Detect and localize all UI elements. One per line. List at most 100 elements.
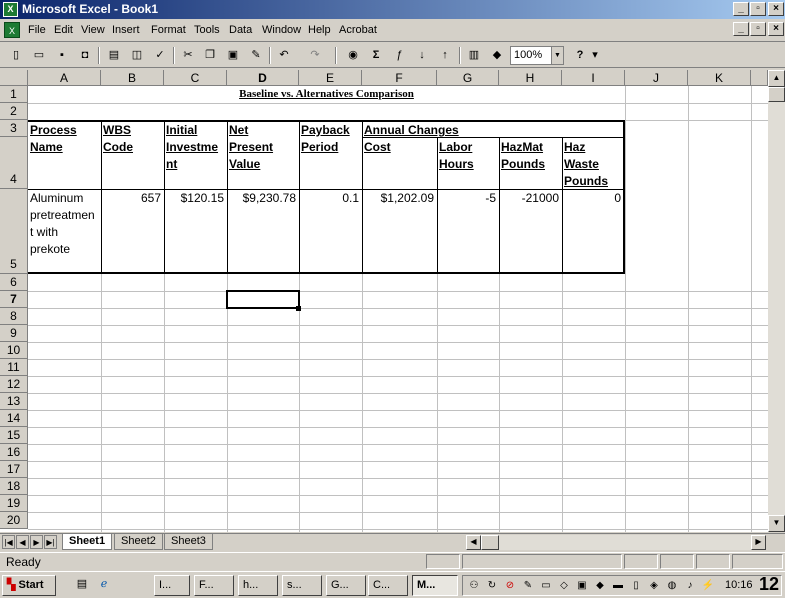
active-cell-d7[interactable] xyxy=(226,290,300,309)
column-header-b[interactable]: B xyxy=(101,70,164,86)
cell-initial-investment[interactable]: $120.15 xyxy=(164,190,224,207)
tray-app-icon[interactable]: ◈ xyxy=(647,579,661,593)
cell-cost[interactable]: $1,202.09 xyxy=(362,190,434,207)
cell-net-present-value[interactable]: $9,230.78 xyxy=(227,190,296,207)
next-sheet-icon[interactable]: ▶ xyxy=(30,535,43,549)
header-payback-period[interactable]: Payback Period xyxy=(301,122,350,156)
scroll-up-icon[interactable]: ▲ xyxy=(768,70,785,87)
excel-app-icon[interactable]: X xyxy=(3,2,18,17)
tray-sync-icon[interactable]: ↻ xyxy=(485,579,499,593)
row-header-16[interactable]: 16 xyxy=(0,444,28,461)
column-header-e[interactable]: E xyxy=(299,70,362,86)
doc-minimize-button[interactable]: _ xyxy=(733,22,749,36)
task-button-4[interactable]: s... xyxy=(282,575,322,596)
scroll-right-icon[interactable]: ▶ xyxy=(751,535,766,550)
worksheet-grid[interactable]: A B C D E F G H I J K 1 2 3 4 5 6 7 8 9 … xyxy=(0,70,785,532)
menu-insert[interactable]: Insert xyxy=(112,24,140,36)
save-icon[interactable]: ▪ xyxy=(52,46,72,65)
header-wbs-code[interactable]: WBS Code xyxy=(103,122,133,156)
task-button-2[interactable]: F... xyxy=(194,575,234,596)
start-button[interactable]: ▚ Start xyxy=(2,575,56,596)
redo-icon[interactable]: ↷ xyxy=(305,46,325,65)
toolbar-options-icon[interactable]: ▾ xyxy=(590,46,600,65)
new-icon[interactable]: ▯ xyxy=(6,46,26,65)
show-desktop-icon[interactable]: ▤ xyxy=(72,575,92,594)
permission-icon[interactable]: ◘ xyxy=(75,46,95,65)
menu-edit[interactable]: Edit xyxy=(54,24,73,36)
scroll-left-icon[interactable]: ◀ xyxy=(466,535,481,550)
menu-help[interactable]: Help xyxy=(308,24,331,36)
row-header-15[interactable]: 15 xyxy=(0,427,28,444)
fill-handle[interactable] xyxy=(296,306,301,311)
tray-network-icon[interactable]: ⚇ xyxy=(467,579,481,593)
close-button[interactable]: × xyxy=(768,2,784,16)
row-header-7[interactable]: 7 xyxy=(0,291,28,308)
tray-tool-icon[interactable]: ✎ xyxy=(521,579,535,593)
row-header-2[interactable]: 2 xyxy=(0,103,28,120)
column-header-a[interactable]: A xyxy=(28,70,101,86)
tab-sheet2[interactable]: Sheet2 xyxy=(114,534,163,550)
tray-link-icon[interactable]: ◇ xyxy=(557,579,571,593)
menu-format[interactable]: Format xyxy=(151,24,186,36)
task-button-excel[interactable]: M... xyxy=(412,575,458,596)
menu-window[interactable]: Window xyxy=(262,24,301,36)
row-header-20[interactable]: 20 xyxy=(0,512,28,529)
tray-display-icon[interactable]: ▣ xyxy=(575,579,589,593)
tray-computer-icon[interactable]: ▭ xyxy=(539,579,553,593)
sort-descending-icon[interactable]: ↑ xyxy=(435,46,455,65)
open-icon[interactable]: ▭ xyxy=(29,46,49,65)
task-button-3[interactable]: h... xyxy=(238,575,278,596)
browser-launch-icon[interactable]: ℯ xyxy=(94,575,114,594)
row-header-14[interactable]: 14 xyxy=(0,410,28,427)
cut-icon[interactable]: ✂ xyxy=(178,46,198,65)
sheet-title[interactable]: Baseline vs. Alternatives Comparison xyxy=(164,88,489,100)
function-icon[interactable]: ƒ xyxy=(389,46,409,65)
scroll-down-icon[interactable]: ▼ xyxy=(768,515,785,532)
tray-volume-icon[interactable]: ♪ xyxy=(683,579,697,593)
clock[interactable]: 10:16 xyxy=(725,579,753,591)
column-header-c[interactable]: C xyxy=(164,70,227,86)
row-header-11[interactable]: 11 xyxy=(0,359,28,376)
zoom-select[interactable]: 100% ▼ xyxy=(510,46,564,65)
tray-blocked-icon[interactable]: ⊘ xyxy=(503,579,517,593)
column-header-g[interactable]: G xyxy=(437,70,499,86)
column-header-k[interactable]: K xyxy=(688,70,751,86)
last-sheet-icon[interactable]: ▶| xyxy=(44,535,57,549)
undo-icon[interactable]: ↶ xyxy=(274,46,294,65)
tray-document-icon[interactable]: ▯ xyxy=(629,579,643,593)
row-header-3[interactable]: 3 xyxy=(0,120,28,137)
row-header-8[interactable]: 8 xyxy=(0,308,28,325)
task-button-1[interactable]: I... xyxy=(154,575,190,596)
sort-ascending-icon[interactable]: ↓ xyxy=(412,46,432,65)
header-hazmat-pounds[interactable]: HazMat Pounds xyxy=(501,139,545,173)
header-process-name[interactable]: Process Name xyxy=(30,122,77,156)
hyperlink-icon[interactable]: ◉ xyxy=(343,46,363,65)
cell-payback-period[interactable]: 0.1 xyxy=(299,190,359,207)
task-button-5[interactable]: G... xyxy=(326,575,366,596)
chevron-down-icon[interactable]: ▼ xyxy=(551,47,563,64)
tray-power-icon[interactable]: ⚡ xyxy=(701,579,715,593)
menu-view[interactable]: View xyxy=(81,24,105,36)
format-painter-icon[interactable]: ✎ xyxy=(246,46,266,65)
menu-data[interactable]: Data xyxy=(229,24,252,36)
row-header-18[interactable]: 18 xyxy=(0,478,28,495)
autosum-icon[interactable]: Σ xyxy=(366,46,386,65)
prev-sheet-icon[interactable]: ◀ xyxy=(16,535,29,549)
cell-wbs-code[interactable]: 657 xyxy=(101,190,161,207)
chart-wizard-icon[interactable]: ▥ xyxy=(464,46,484,65)
cell-haz-waste-pounds[interactable]: 0 xyxy=(562,190,621,207)
column-header-d[interactable]: D xyxy=(227,70,299,86)
print-icon[interactable]: ▤ xyxy=(104,46,124,65)
task-button-6[interactable]: C... xyxy=(368,575,408,596)
drawing-icon[interactable]: ◆ xyxy=(487,46,507,65)
horizontal-scrollbar[interactable]: ◀ ▶ xyxy=(466,535,766,550)
column-header-h[interactable]: H xyxy=(499,70,562,86)
spelling-icon[interactable]: ✓ xyxy=(150,46,170,65)
row-header-19[interactable]: 19 xyxy=(0,495,28,512)
column-header-j[interactable]: J xyxy=(625,70,688,86)
row-header-4[interactable]: 4 xyxy=(0,137,28,189)
column-header-l[interactable] xyxy=(751,70,768,86)
workbook-icon[interactable]: X xyxy=(4,22,20,38)
cell-hazmat-pounds[interactable]: -21000 xyxy=(499,190,559,207)
scroll-thumb[interactable] xyxy=(768,87,785,102)
